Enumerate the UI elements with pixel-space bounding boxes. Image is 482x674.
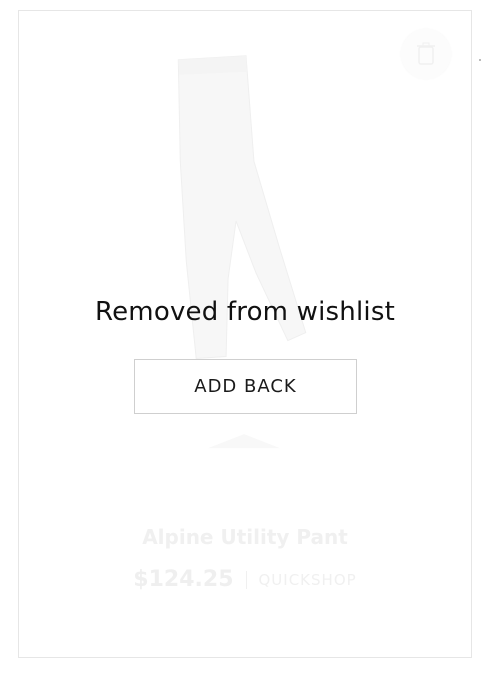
removed-message: Removed from wishlist [95,297,395,327]
product-price: $124.25 [133,567,234,592]
price-row: $124.25 QUICKSHOP [19,567,471,592]
add-back-button[interactable]: ADD BACK [134,359,357,414]
quickshop-link[interactable]: QUICKSHOP [259,571,357,589]
product-card: Removed from wishlist ADD BACK Alpine Ut… [18,10,472,658]
trash-icon [417,42,435,65]
remove-button[interactable] [401,29,451,79]
stray-dot [479,59,481,61]
divider [245,570,247,589]
product-name[interactable]: Alpine Utility Pant [19,525,471,549]
